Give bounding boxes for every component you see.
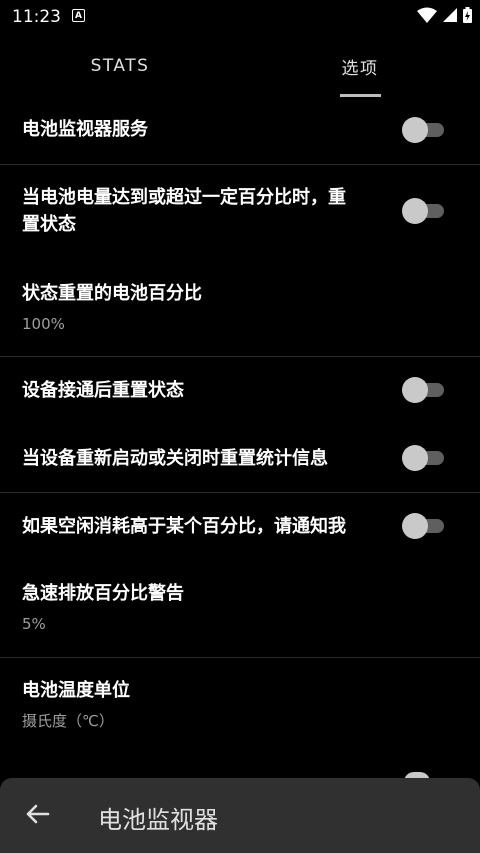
battery-monitor-service-switch[interactable]: [402, 117, 444, 143]
setting-value: 5%: [22, 615, 46, 633]
setting-reset-on-percentage[interactable]: 当电池电量达到或超过一定百分比时，重 置状态: [0, 165, 480, 245]
setting-value: 摄氏度（℃）: [22, 712, 114, 730]
divider: [0, 657, 480, 658]
battery-charging-icon: [463, 7, 472, 23]
setting-reset-percentage[interactable]: 状态重置的电池百分比 100%: [0, 268, 480, 356]
reset-on-percentage-switch[interactable]: [402, 198, 444, 224]
setting-temperature-unit[interactable]: 电池温度单位 摄氏度（℃）: [0, 666, 480, 754]
back-button[interactable]: [18, 794, 58, 834]
reset-on-reboot-switch[interactable]: [402, 445, 444, 471]
app-title: 电池监视器: [98, 806, 218, 834]
bottom-app-bar: 电池监视器: [0, 778, 480, 853]
notification-icon: A: [72, 9, 85, 22]
switch-thumb: [402, 513, 428, 539]
setting-reset-on-reboot[interactable]: 当设备重新启动或关闭时重置统计信息: [0, 425, 480, 491]
setting-title: 当设备重新启动或关闭时重置统计信息: [22, 448, 328, 469]
switch-thumb: [402, 445, 428, 471]
setting-title: 设备接通后重置状态: [22, 380, 184, 401]
wifi-icon: [417, 7, 437, 23]
setting-title: 电池监视器服务: [22, 119, 148, 140]
setting-rapid-drain-warning[interactable]: 急速排放百分比警告 5%: [0, 568, 480, 656]
tab-bar: STATS 选项: [0, 34, 480, 98]
reset-on-plug-switch[interactable]: [402, 377, 444, 403]
signal-icon: [443, 8, 457, 22]
setting-reset-on-plug[interactable]: 设备接通后重置状态: [0, 357, 480, 423]
notify-idle-drain-switch[interactable]: [402, 513, 444, 539]
status-time: 11:23: [12, 7, 61, 27]
setting-title: 如果空闲消耗高于某个百分比，请通知我: [22, 516, 346, 537]
status-bar: 11:23 A: [0, 0, 480, 34]
setting-title-line2: 置状态: [22, 214, 76, 235]
tab-options[interactable]: 选项: [300, 34, 420, 98]
setting-title: 状态重置的电池百分比: [22, 283, 202, 304]
setting-battery-monitor-service[interactable]: 电池监视器服务: [0, 100, 480, 164]
switch-thumb: [402, 198, 428, 224]
active-tab-indicator: [340, 94, 381, 97]
arrow-back-icon: [26, 804, 50, 824]
setting-title: 急速排放百分比警告: [22, 583, 184, 604]
setting-title: 电池温度单位: [22, 680, 130, 701]
switch-thumb: [402, 377, 428, 403]
switch-thumb: [402, 117, 428, 143]
status-icons: [417, 7, 472, 23]
setting-value: 100%: [22, 315, 65, 333]
setting-notify-idle-drain[interactable]: 如果空闲消耗高于某个百分比，请通知我: [0, 493, 480, 559]
tab-stats[interactable]: STATS: [60, 34, 180, 98]
setting-title-line1: 当电池电量达到或超过一定百分比时，重: [22, 187, 346, 208]
